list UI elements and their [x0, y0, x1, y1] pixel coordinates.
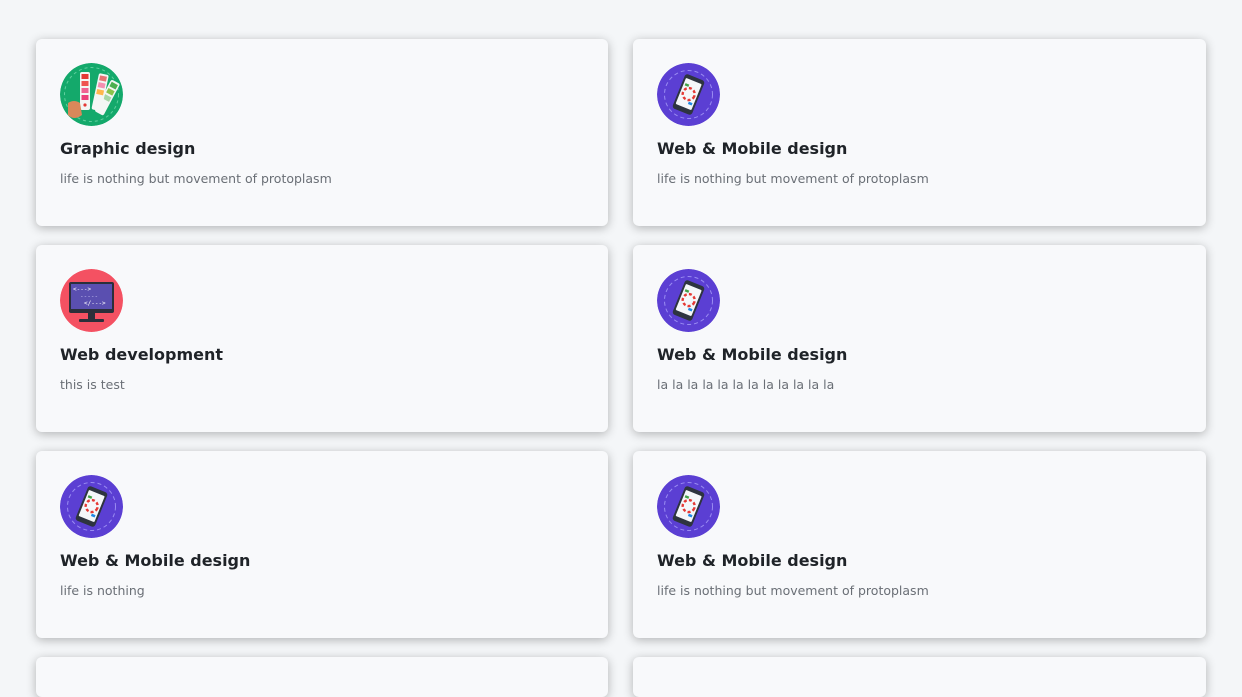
- card-title: Web & Mobile design: [657, 345, 848, 364]
- service-card[interactable]: <---> ----- </---> Web development this …: [36, 245, 608, 432]
- card-title: Web & Mobile design: [60, 551, 251, 570]
- card-description: life is nothing: [60, 583, 145, 598]
- mobile-design-icon: [657, 63, 720, 126]
- card-description: this is test: [60, 377, 125, 392]
- card-description: life is nothing but movement of protopla…: [60, 171, 332, 186]
- monitor-code-line: -----: [80, 293, 98, 300]
- card-title: Web development: [60, 345, 224, 364]
- services-grid: Graphic design life is nothing but movem…: [36, 39, 1206, 697]
- service-card-partial[interactable]: [36, 657, 608, 697]
- service-card[interactable]: Web & Mobile design la la la la la la la…: [633, 245, 1206, 432]
- card-description: la la la la la la la la la la la la: [657, 377, 835, 392]
- service-card[interactable]: Graphic design life is nothing but movem…: [36, 39, 608, 226]
- monitor-code-line: <--->: [73, 286, 91, 293]
- service-card[interactable]: Web & Mobile design life is nothing but …: [633, 451, 1206, 638]
- card-title: Graphic design: [60, 139, 196, 158]
- mobile-design-icon: [657, 475, 720, 538]
- service-card[interactable]: Web & Mobile design life is nothing but …: [633, 39, 1206, 226]
- card-title: Web & Mobile design: [657, 551, 848, 570]
- mobile-design-icon: [60, 475, 123, 538]
- service-card-partial[interactable]: [633, 657, 1206, 697]
- card-title: Web & Mobile design: [657, 139, 848, 158]
- card-description: life is nothing but movement of protopla…: [657, 171, 929, 186]
- card-description: life is nothing but movement of protopla…: [657, 583, 929, 598]
- service-card[interactable]: Web & Mobile design life is nothing: [36, 451, 608, 638]
- color-palette-icon: [60, 63, 123, 126]
- mobile-design-icon: [657, 269, 720, 332]
- monitor-code-line: </--->: [84, 300, 106, 307]
- code-monitor-icon: <---> ----- </--->: [60, 269, 123, 332]
